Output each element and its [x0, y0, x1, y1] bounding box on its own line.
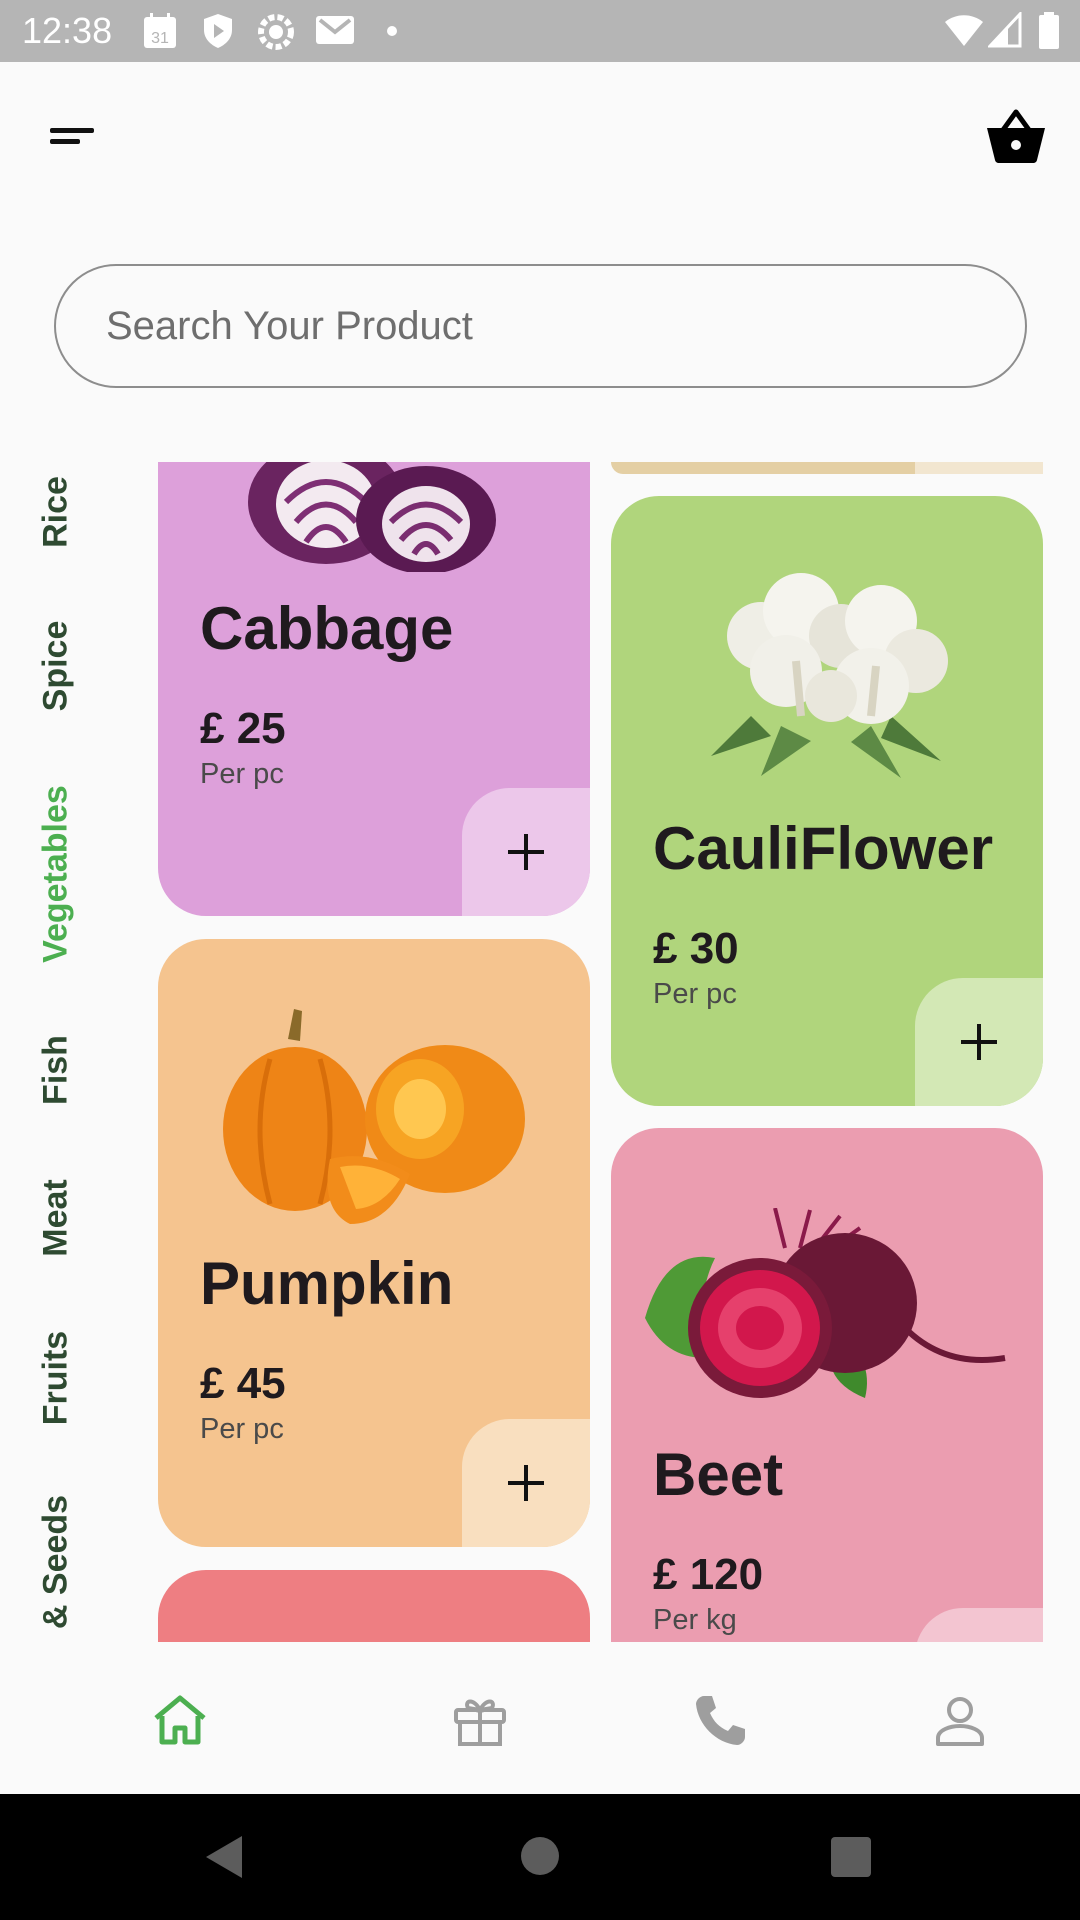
search-bar[interactable] — [54, 264, 1027, 388]
beet-image — [635, 1207, 1015, 1413]
category-vegetables[interactable]: Vegetables — [37, 785, 76, 963]
app-screen: 12:38 31 R — [0, 0, 1080, 1920]
gmail-icon — [314, 12, 356, 53]
product-card-beet[interactable]: Beet £ 120 Per kg — [611, 1128, 1043, 1642]
category-meat[interactable]: Meat — [37, 1179, 76, 1256]
category-fruits[interactable]: Fruits — [37, 1331, 76, 1425]
product-price: £ 120 — [653, 1550, 764, 1599]
add-to-cart-button[interactable] — [915, 1608, 1043, 1642]
phone-icon[interactable] — [690, 1690, 750, 1750]
product-card-partial[interactable] — [611, 462, 1043, 474]
plus-icon — [961, 1024, 997, 1060]
product-name: CauliFlower — [653, 815, 994, 882]
category-spice[interactable]: Spice — [37, 621, 76, 712]
product-unit: Per pc — [200, 758, 284, 790]
search-input[interactable] — [106, 296, 966, 356]
status-bar: 12:38 31 — [0, 0, 1080, 62]
product-unit: Per pc — [200, 1413, 284, 1445]
cabbage-image — [246, 462, 496, 577]
product-name: Beet — [653, 1441, 784, 1508]
add-to-cart-button[interactable] — [462, 1419, 590, 1547]
status-time: 12:38 — [22, 10, 113, 51]
add-to-cart-button[interactable] — [915, 978, 1043, 1106]
pumpkin-image — [210, 1009, 540, 1234]
gift-icon[interactable] — [450, 1690, 510, 1750]
settings-icon — [256, 12, 296, 57]
add-to-cart-button[interactable] — [462, 788, 590, 916]
system-navigation-bar — [0, 1794, 1080, 1920]
home-system-icon[interactable] — [520, 1836, 560, 1881]
plus-icon — [508, 1465, 544, 1501]
plus-icon — [508, 834, 544, 870]
product-card-cauliflower[interactable]: CauliFlower £ 30 Per pc — [611, 496, 1043, 1106]
recents-icon[interactable] — [830, 1836, 872, 1883]
product-price: £ 45 — [200, 1359, 286, 1408]
back-icon[interactable] — [204, 1834, 244, 1885]
category-fish[interactable]: Fish — [37, 1035, 76, 1105]
product-name: Cabbage — [200, 595, 454, 662]
product-card-partial[interactable] — [158, 1570, 590, 1642]
product-price: £ 30 — [653, 924, 739, 973]
calendar-icon: 31 — [142, 12, 178, 55]
dot-icon — [386, 24, 398, 42]
cauliflower-image — [691, 566, 971, 791]
product-card-cabbage[interactable]: Cabbage £ 25 Per pc — [158, 462, 590, 916]
basket-icon[interactable] — [985, 108, 1047, 164]
product-unit: Per pc — [653, 978, 737, 1010]
menu-icon[interactable] — [50, 126, 96, 148]
profile-icon[interactable] — [930, 1690, 990, 1750]
battery-icon — [1038, 12, 1060, 55]
product-card-pumpkin[interactable]: Pumpkin £ 45 Per pc — [158, 939, 590, 1547]
shield-icon — [202, 12, 234, 55]
category-seeds[interactable]: & Seeds — [37, 1495, 76, 1629]
product-name: Pumpkin — [200, 1250, 454, 1317]
svg-text:31: 31 — [151, 30, 169, 47]
product-price: £ 25 — [200, 704, 286, 753]
home-icon[interactable] — [150, 1690, 210, 1750]
category-rice[interactable]: Rice — [37, 476, 76, 548]
category-rail: Rice Spice Vegetables Fish Meat Fruits &… — [0, 460, 115, 1640]
product-unit: Per kg — [653, 1604, 737, 1636]
wifi-icon — [944, 12, 984, 53]
bottom-navigation — [0, 1642, 1080, 1794]
signal-icon — [986, 10, 1022, 53]
product-grid: Cabbage £ 25 Per pc CauliFlower £ 30 Per… — [158, 462, 1043, 1642]
